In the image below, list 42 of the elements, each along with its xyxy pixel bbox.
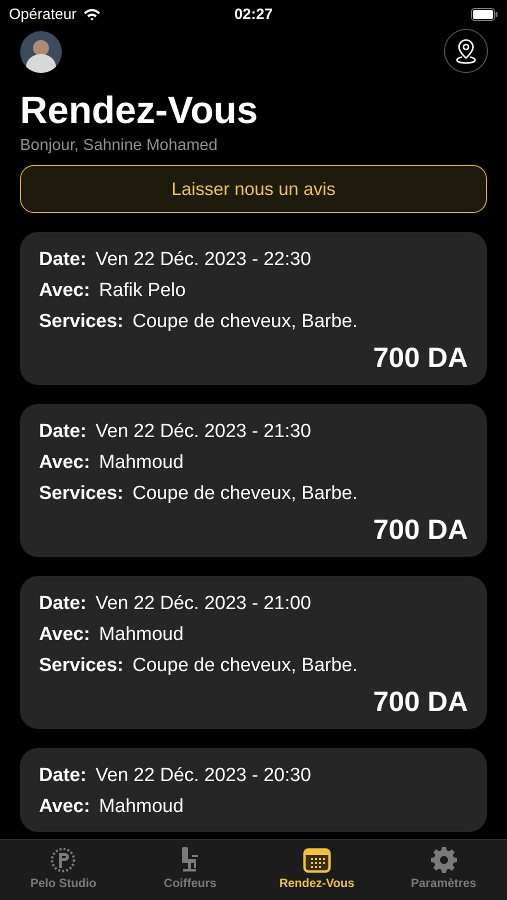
review-button[interactable]: Laisser nous un avis [20,165,487,213]
date-value: Ven 22 Déc. 2023 - 21:30 [96,420,312,444]
date-value: Ven 22 Déc. 2023 - 20:30 [96,764,312,788]
laurel-logo-icon [49,846,78,874]
barber-value: Mahmoud [99,451,184,475]
page-title: Rendez-Vous [20,89,259,134]
services-label: Services: [39,654,124,678]
barber-label: Avec: [39,623,90,647]
date-label: Date: [39,592,87,616]
services-label: Services: [39,482,124,506]
wifi-icon [82,8,101,20]
services-value: Coupe de cheveux, Barbe. [132,654,358,678]
tab-item[interactable]: Coiffeurs [126,840,254,900]
avatar[interactable] [20,31,62,73]
battery-icon [471,8,498,20]
greeting-text: Bonjour, Sahnine Mohamed [20,136,218,156]
tab-item[interactable]: Paramètres [380,840,507,900]
services-value: Coupe de cheveux, Barbe. [132,310,358,334]
carrier-name: Opérateur [9,6,77,22]
tab-item[interactable]: Rendez-Vous [254,840,380,900]
price-text: 700 DA [373,341,468,375]
date-label: Date: [39,764,87,788]
price-text: 700 DA [373,513,468,547]
tab-item[interactable]: Pelo Studio [0,840,127,900]
barber-label: Avec: [39,451,90,475]
price-text: 700 DA [373,685,468,719]
barber-label: Avec: [39,279,90,303]
clock-time: 02:27 [234,6,273,22]
map-pin-button[interactable] [444,29,488,73]
calendar-icon [302,846,331,874]
services-value: Coupe de cheveux, Barbe. [132,482,358,506]
settings-icon [430,846,458,874]
barber-label: Avec: [39,795,90,819]
barber-value: Mahmoud [99,795,184,819]
map-pin-icon [455,38,477,64]
date-value: Ven 22 Déc. 2023 - 22:30 [96,248,312,272]
date-label: Date: [39,248,87,272]
date-label: Date: [39,420,87,444]
barber-value: Mahmoud [99,623,184,647]
services-label: Services: [39,310,124,334]
barber-value: Rafik Pelo [99,279,186,303]
date-value: Ven 22 Déc. 2023 - 21:00 [96,592,312,616]
